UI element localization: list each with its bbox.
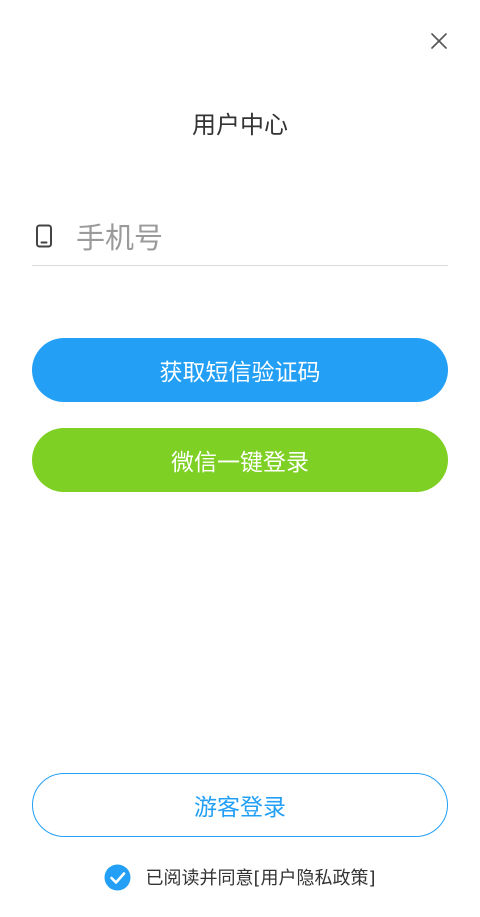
guest-login-button[interactable]: 游客登录	[32, 773, 448, 837]
get-sms-code-button[interactable]: 获取短信验证码	[32, 338, 448, 402]
mobile-phone-icon	[36, 224, 52, 248]
phone-number-input[interactable]	[76, 216, 448, 260]
wechat-login-button[interactable]: 微信一键登录	[32, 428, 448, 492]
privacy-agreement-row: 已阅读并同意 [用户隐私政策]	[0, 862, 480, 892]
close-icon	[431, 33, 447, 49]
privacy-policy-link[interactable]: [用户隐私政策]	[253, 864, 375, 890]
close-button[interactable]	[424, 26, 454, 56]
login-screen: 用户中心 获取短信验证码 微信一键登录 游客登录 已阅读并同意[用户隐私政策]	[0, 0, 480, 917]
page-title: 用户中心	[192, 111, 288, 139]
agreement-text: 已阅读并同意	[145, 868, 254, 889]
phone-input-row	[32, 212, 448, 266]
checkbox-checked-icon[interactable]	[104, 864, 131, 891]
